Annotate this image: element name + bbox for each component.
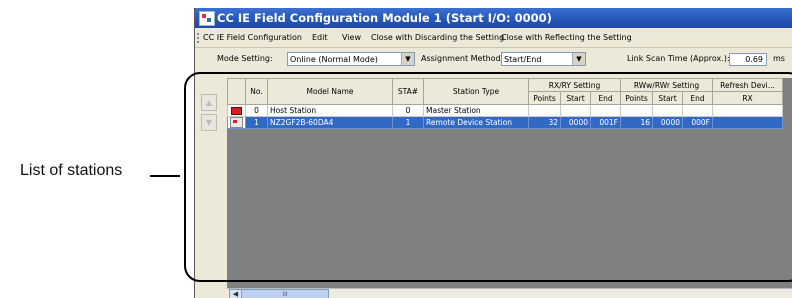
move-up-button[interactable]: ▲	[201, 94, 217, 111]
row-icon-cell	[227, 104, 246, 117]
window-title: CC IE Field Configuration Module 1 (Star…	[217, 11, 552, 25]
station-list: No. Model Name STA# Station Type RX/RY S…	[227, 78, 792, 288]
configuration-window: CC IE Field Configuration Module 1 (Star…	[194, 8, 792, 298]
header-refresh-device[interactable]: Refresh Devi...	[712, 78, 783, 92]
cell-model-name[interactable]: Host Station	[267, 104, 393, 117]
header-rw-start[interactable]: Start	[652, 91, 683, 105]
header-rw-end[interactable]: End	[682, 91, 713, 105]
cell-station-type[interactable]: Master Station	[423, 104, 529, 117]
cell-refresh-rx[interactable]	[712, 104, 783, 117]
cell-rw-points[interactable]	[620, 104, 653, 117]
move-down-button[interactable]: ▼	[201, 114, 217, 131]
link-scan-time-value: 0.69	[729, 53, 767, 66]
header-rx-points[interactable]: Points	[528, 91, 561, 105]
assignment-method-label: Assignment Method:	[421, 54, 504, 63]
toolbar: Mode Setting: Online (Normal Mode) ▼ Ass…	[195, 48, 792, 72]
menu-close-reflect[interactable]: Close with Reflecting the Setting	[501, 29, 632, 47]
cell-model-name[interactable]: NZ2GF2B-60DA4	[267, 116, 393, 129]
app-icon	[199, 11, 215, 26]
cell-rx-start[interactable]: 0000	[560, 116, 591, 129]
assignment-method-select[interactable]: Start/End ▼	[501, 52, 586, 66]
cell-rx-points[interactable]: 32	[528, 116, 561, 129]
table-row[interactable]: 0 Host Station 0 Master Station	[227, 104, 783, 117]
cell-rw-end[interactable]: 000F	[682, 116, 713, 129]
header-rx-start[interactable]: Start	[560, 91, 591, 105]
header-no[interactable]: No.	[245, 78, 268, 105]
menu-edit[interactable]: Edit	[312, 29, 328, 47]
link-scan-time-label: Link Scan Time (Approx.):	[627, 54, 730, 63]
assignment-method-value: Start/End	[504, 55, 542, 64]
cell-station-type[interactable]: Remote Device Station	[423, 116, 529, 129]
chevron-down-icon[interactable]: ▼	[401, 53, 414, 65]
cell-refresh-rx[interactable]	[712, 116, 783, 129]
menu-close-discard[interactable]: Close with Discarding the Setting	[371, 29, 504, 47]
callout-leader-line	[150, 175, 180, 177]
cell-rx-end[interactable]	[590, 104, 621, 117]
cell-sta[interactable]: 0	[392, 104, 424, 117]
mode-setting-label: Mode Setting:	[217, 54, 273, 63]
menu-cc-ie-field-configuration[interactable]: CC IE Field Configuration	[203, 29, 302, 47]
host-station-icon	[231, 107, 242, 115]
header-rx-end[interactable]: End	[590, 91, 621, 105]
header-rx-ry-setting[interactable]: RX/RY Setting	[528, 78, 621, 92]
header-refresh-rx[interactable]: RX	[712, 91, 783, 105]
cell-rw-start[interactable]	[652, 104, 683, 117]
menu-grip-icon[interactable]	[197, 33, 201, 43]
mode-setting-select[interactable]: Online (Normal Mode) ▼	[287, 52, 415, 66]
cell-rw-end[interactable]	[682, 104, 713, 117]
header-sta[interactable]: STA#	[392, 78, 424, 105]
cell-no[interactable]: 0	[245, 104, 268, 117]
header-station-type[interactable]: Station Type	[423, 78, 529, 105]
table-row[interactable]: 1 NZ2GF2B-60DA4 1 Remote Device Station …	[227, 116, 783, 129]
header-rw-points[interactable]: Points	[620, 91, 653, 105]
link-scan-time-unit: ms	[773, 54, 785, 63]
cell-rx-start[interactable]	[560, 104, 591, 117]
cell-rw-start[interactable]: 0000	[652, 116, 683, 129]
menu-bar: CC IE Field Configuration Edit View Clos…	[195, 29, 792, 48]
scrollbar-thumb[interactable]: III	[241, 289, 329, 298]
station-table: No. Model Name STA# Station Type RX/RY S…	[227, 78, 783, 129]
header-model-name[interactable]: Model Name	[267, 78, 393, 105]
row-icon-cell	[227, 116, 246, 129]
header-rww-rwr-setting[interactable]: RWw/RWr Setting	[620, 78, 713, 92]
cell-rx-end[interactable]: 001F	[590, 116, 621, 129]
chevron-down-icon[interactable]: ▼	[572, 53, 585, 65]
horizontal-scrollbar[interactable]: ◀ III	[227, 288, 792, 298]
mode-setting-value: Online (Normal Mode)	[290, 55, 378, 64]
title-bar: CC IE Field Configuration Module 1 (Star…	[195, 8, 792, 28]
cell-rw-points[interactable]: 16	[620, 116, 653, 129]
list-of-stations-callout: List of stations	[20, 162, 123, 179]
menu-view[interactable]: View	[342, 29, 361, 47]
header-icon	[227, 78, 246, 105]
cell-sta[interactable]: 1	[392, 116, 424, 129]
cell-rx-points[interactable]	[528, 104, 561, 117]
remote-device-icon	[230, 117, 243, 128]
cell-no[interactable]: 1	[245, 116, 268, 129]
